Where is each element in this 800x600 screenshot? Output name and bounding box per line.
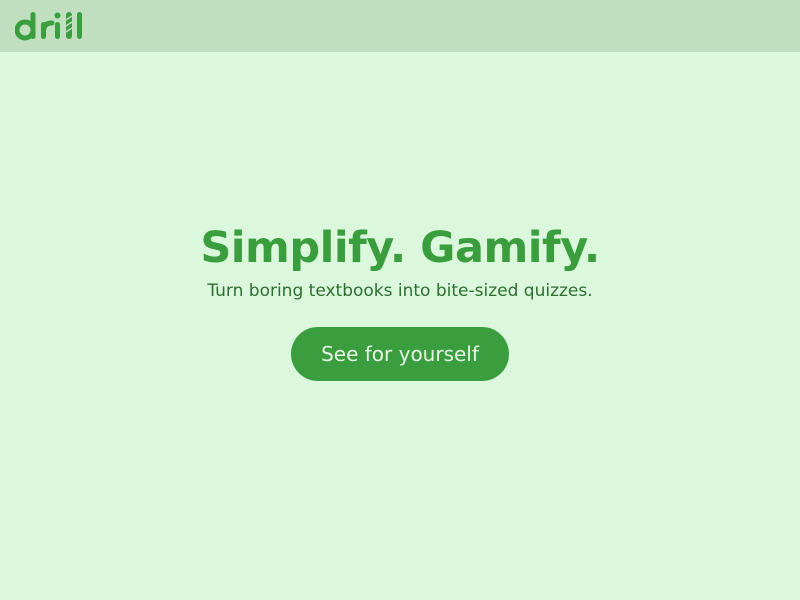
hero-section: Simplify. Gamify. Turn boring textbooks … <box>0 52 800 600</box>
hero-subheadline: Turn boring textbooks into bite-sized qu… <box>207 281 593 301</box>
see-for-yourself-button[interactable]: See for yourself <box>291 327 509 381</box>
drill-logo-mark: drill <box>15 12 82 41</box>
drill-logo[interactable]: drill <box>15 8 89 44</box>
hero-headline: Simplify. Gamify. <box>200 223 600 273</box>
top-navigation-bar: drill <box>0 0 800 52</box>
